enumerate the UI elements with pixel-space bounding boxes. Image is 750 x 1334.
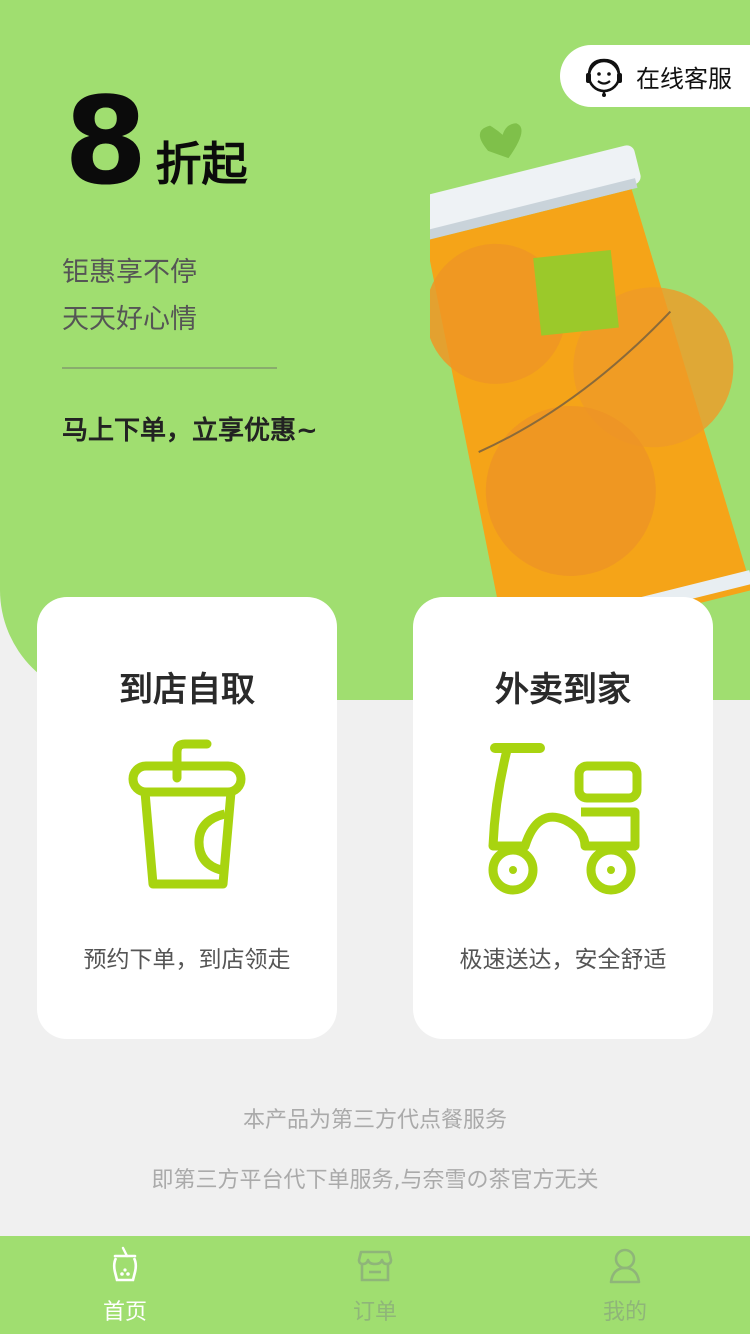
tab-home[interactable]: 首页 xyxy=(0,1236,250,1334)
store-icon xyxy=(357,1250,393,1282)
bottom-tab-bar: 首页 订单 我的 xyxy=(0,1236,750,1334)
tab-orders-label: 订单 xyxy=(352,1300,397,1325)
user-icon xyxy=(609,1248,641,1284)
promo-unit: 折起 xyxy=(155,137,248,191)
tab-profile[interactable]: 我的 xyxy=(500,1236,750,1334)
cup-icon xyxy=(128,739,246,889)
promo-cta: 马上下单，立享优惠~ xyxy=(62,416,318,446)
delivery-title: 外卖到家 xyxy=(495,670,631,710)
customer-service-label: 在线客服 xyxy=(636,64,732,93)
drink-cup-illustration xyxy=(430,123,750,620)
scooter-icon xyxy=(488,743,642,895)
disclaimer-line-1: 本产品为第三方代点餐服务 xyxy=(242,1108,507,1133)
pickup-title: 到店自取 xyxy=(119,670,255,710)
slogan-line-2: 天天好心情 xyxy=(62,304,197,335)
customer-service-button[interactable]: 在线客服 xyxy=(560,45,750,107)
promo-number: 8 xyxy=(64,73,148,212)
bubble-tea-icon xyxy=(112,1246,138,1282)
tab-home-label: 首页 xyxy=(102,1300,147,1325)
delivery-desc: 极速送达，安全舒适 xyxy=(459,947,667,973)
slogan-line-1: 钜惠享不停 xyxy=(62,257,197,288)
pickup-desc: 预约下单，到店领走 xyxy=(83,947,291,973)
hero-banner: 在线客服 8 折起 钜惠享不停 天天好心情 马上下单，立享优惠~ xyxy=(0,0,750,700)
headset-smile-icon xyxy=(586,58,622,97)
divider xyxy=(62,367,277,369)
tab-orders[interactable]: 订单 xyxy=(250,1236,500,1334)
promo-discount: 8 折起 xyxy=(64,73,248,212)
disclaimer-line-2: 即第三方平台代下单服务,与奈雪の茶官方无关 xyxy=(151,1168,599,1193)
tab-profile-label: 我的 xyxy=(602,1300,647,1325)
